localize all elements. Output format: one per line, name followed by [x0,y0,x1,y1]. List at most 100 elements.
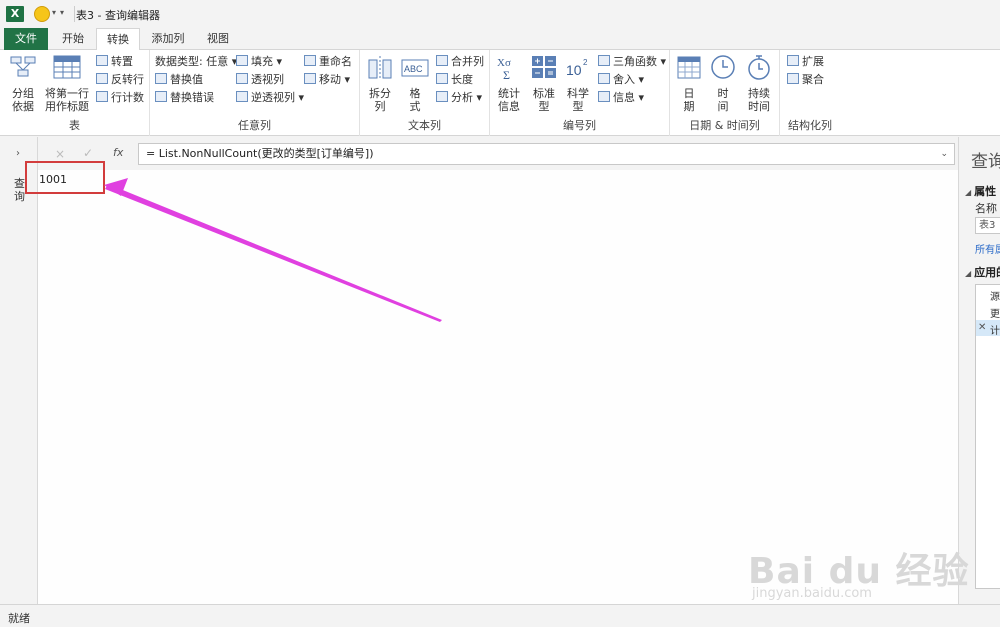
smiley-dropdown-icon[interactable]: ▾ [52,8,56,17]
table-header-icon [53,55,81,79]
watermark-url: jingyan.baidu.com [752,586,872,601]
step-changed-type[interactable]: 更 [990,305,1000,320]
svg-text:10: 10 [566,62,582,78]
statistics-icon: Xσ Σ [497,57,511,82]
replace-values-icon [155,73,167,84]
tab-home[interactable]: 开始 [52,28,94,50]
cancel-formula-icon[interactable]: × [55,147,65,161]
group-number-column: Xσ Σ 统计 信息 标准 型 10 2 科学 型 三角函数 ▾ 舍入 ▾ 信息 [490,50,670,136]
merge-label: 合并列 [451,55,484,68]
formula-text: = List.NonNullCount(更改的类型[订单编号]) [146,147,374,160]
group-by-button[interactable]: 分组 依据 [6,54,40,113]
date-button[interactable]: 日 期 [674,54,704,113]
length-label: 长度 [451,73,473,86]
tab-file[interactable]: 文件 [4,28,48,50]
parse-icon [436,91,448,102]
date-label-2: 期 [683,100,695,113]
format-button[interactable]: ABC 格 式 [400,54,430,113]
query-settings-title: 查询 [971,152,1000,172]
properties-header-label: 属性 [974,185,997,198]
information-button[interactable]: 信息 ▾ [598,90,644,106]
status-text: 就绪 [8,612,30,625]
title-separator [74,6,75,22]
pivot-label: 透视列 [251,73,284,86]
transpose-button[interactable]: 转置 [96,54,133,70]
formula-bar: × ✓ fx = List.NonNullCount(更改的类型[订单编号]) … [38,137,958,170]
replace-values-button[interactable]: 替换值 [155,72,203,88]
fx-icon[interactable]: fx [113,146,123,159]
parse-button[interactable]: 分析 ▾ [436,90,482,106]
standard-button[interactable]: 标准 型 [528,54,560,113]
pivot-column-button[interactable]: 透视列 [236,72,284,88]
information-icon [598,91,610,102]
time-label-1: 时 [717,87,729,100]
split-column-icon [368,56,392,79]
move-button[interactable]: 移动 ▾ [304,72,350,88]
step-calculated[interactable]: 计 [990,322,1000,337]
collapse-triangle-icon: ◢ [965,269,972,278]
confirm-formula-icon[interactable]: ✓ [83,146,93,160]
move-label: 移动 [319,73,341,86]
trigonometry-button[interactable]: 三角函数 ▾ [598,54,666,70]
unpivot-columns-button[interactable]: 逆透视列 ▾ [236,90,304,106]
fill-button[interactable]: 填充 ▾ [236,54,282,70]
rounding-icon [598,73,610,84]
scientific-label-1: 科学 [567,87,589,100]
count-rows-label: 行计数 [111,91,144,104]
rounding-button[interactable]: 舍入 ▾ [598,72,644,88]
expand-button[interactable]: 扩展 [787,54,824,70]
ribbon-tabs: 文件 开始 转换 添加列 视图 [0,28,1000,51]
scientific-label-2: 型 [572,100,584,113]
reverse-rows-icon [96,73,108,84]
data-type-dropdown[interactable]: 数据类型: 任意 ▾ [155,54,237,70]
formula-input[interactable]: = List.NonNullCount(更改的类型[订单编号]) ⌄ [138,143,955,165]
properties-header[interactable]: ◢ 属性 [965,183,996,199]
excel-icon[interactable]: X [6,6,24,22]
smiley-icon[interactable] [34,6,50,22]
format-abc-icon: ABC [401,59,429,77]
group-by-icon [10,56,36,77]
replace-errors-button[interactable]: 替换错误 [155,90,214,106]
queries-navigator-label[interactable]: 查询 [14,177,26,203]
all-properties-link[interactable]: 所有属 [975,241,1000,256]
aggregate-button[interactable]: 聚合 [787,72,824,88]
standard-ops-icon [532,56,556,78]
scientific-button[interactable]: 10 2 科学 型 [562,54,594,113]
stopwatch-icon [748,55,770,80]
title-bar: X ▾ ▾ 表3 - 查询编辑器 [0,0,1000,28]
count-rows-button[interactable]: 行计数 [96,90,144,106]
applied-steps-list: 源 更 ✕ 计 [975,284,1000,589]
expand-navigator-icon[interactable]: › [16,148,20,159]
duration-label-2: 时间 [748,100,770,113]
step-source[interactable]: 源 [990,288,1000,303]
group-datetime: 日 期 时 间 持续 时间 日期 & 时间列 [670,50,780,136]
first-row-label-2: 用作标题 [45,100,89,113]
replace-errors-label: 替换错误 [170,91,214,104]
time-button[interactable]: 时 间 [708,54,738,113]
split-label-1: 拆分 [369,87,391,100]
reverse-rows-button[interactable]: 反转行 [96,72,144,88]
use-first-row-as-headers-button[interactable]: 将第一行 用作标题 [42,54,92,113]
aggregate-icon [787,73,799,84]
replace-errors-icon [155,91,167,102]
length-button[interactable]: 长度 [436,72,473,88]
tab-add-column[interactable]: 添加列 [142,28,194,50]
statistics-button[interactable]: Xσ Σ 统计 信息 [492,54,526,113]
tab-transform[interactable]: 转换 [96,28,140,51]
split-column-button[interactable]: 拆分 列 [364,54,396,113]
delete-step-icon[interactable]: ✕ [978,322,986,333]
query-name-input[interactable]: 表3 [975,217,1000,234]
applied-steps-header[interactable]: ◢应用的 [965,264,1000,280]
info-label: 信息 [613,91,635,104]
merge-columns-button[interactable]: 合并列 [436,54,484,70]
group-structured-label: 结构化列 [788,119,832,132]
window-title: 表3 - 查询编辑器 [76,9,160,22]
quick-access-dropdown-icon[interactable]: ▾ [60,8,64,17]
tab-view[interactable]: 视图 [196,28,240,50]
formula-expand-icon[interactable]: ⌄ [940,144,948,164]
duration-button[interactable]: 持续 时间 [742,54,776,113]
ribbon: 分组 依据 将第一行 用作标题 转置 反转行 行计数 表 数据类型: 任意 ▾ … [0,50,1000,136]
expand-label: 扩展 [802,55,824,68]
rename-button[interactable]: 重命名 [304,54,352,70]
format-label-1: 格 [409,87,421,100]
